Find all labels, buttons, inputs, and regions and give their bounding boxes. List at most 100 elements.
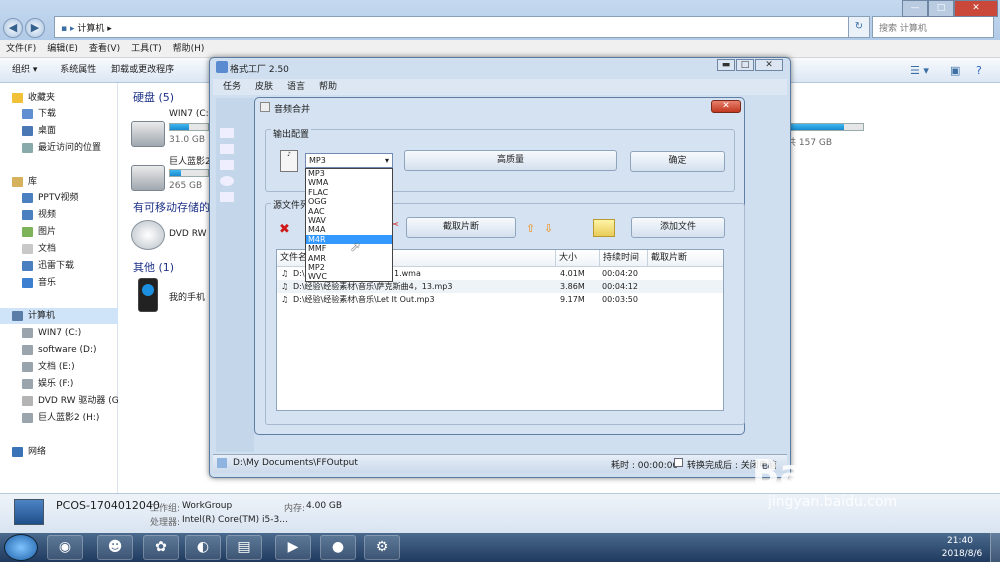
download-icon xyxy=(22,108,33,119)
watermark-brand: Bai xyxy=(752,453,817,494)
table-row[interactable]: ♫ D:\经验\经验素材\音乐\Let It Out.mp3 9.17M 00:… xyxy=(277,293,723,306)
group-removable[interactable]: 有可移动存储的 xyxy=(133,199,210,215)
back-button[interactable]: ◀ xyxy=(3,18,23,38)
add-file-button[interactable]: 添加文件 xyxy=(631,217,725,238)
format-option[interactable]: FLAC xyxy=(306,188,392,197)
col-duration[interactable]: 持续时间 xyxy=(600,250,648,267)
nav-favorites[interactable]: 收藏夹 xyxy=(12,90,130,106)
delete-icon[interactable]: ✖ xyxy=(279,222,290,237)
address-bar[interactable]: ▪ ▸ 计算机 ▸ xyxy=(54,16,849,38)
uninstall-button[interactable]: 卸载或更改程序 xyxy=(111,65,174,75)
menu-view[interactable]: 查看(V) xyxy=(89,44,120,54)
group-disks[interactable]: 硬盘 (5) xyxy=(133,89,174,105)
format-option[interactable]: OGG xyxy=(306,197,392,206)
quality-button[interactable]: 高质量 xyxy=(404,150,617,171)
ok-button[interactable]: 确定 xyxy=(630,151,725,172)
ff-menu-help[interactable]: 帮助 xyxy=(319,82,337,92)
menu-file[interactable]: 文件(F) xyxy=(6,44,36,54)
move-up-icon[interactable]: ⇧ xyxy=(526,222,535,235)
drive-c-name[interactable]: WIN7 (C: xyxy=(169,109,209,119)
output-path[interactable]: D:\My Documents\FFOutput xyxy=(233,458,358,468)
refresh-button[interactable]: ↻ xyxy=(848,16,870,38)
ff-menu-task[interactable]: 任务 xyxy=(223,82,241,92)
organize-button[interactable]: 组织 ▾ xyxy=(12,65,37,75)
format-option[interactable]: WMA xyxy=(306,178,392,187)
clock-date[interactable]: 2018/8/6 xyxy=(937,549,987,559)
folder-add-icon[interactable] xyxy=(593,219,615,237)
forward-button[interactable]: ▶ xyxy=(25,18,45,38)
menu-bar: 文件(F) 编辑(E) 查看(V) 工具(T) 帮助(H) xyxy=(0,40,1000,58)
sidebar-image-icon[interactable] xyxy=(220,160,234,170)
sidebar-audio-icon[interactable] xyxy=(220,144,234,154)
menu-edit[interactable]: 编辑(E) xyxy=(47,44,78,54)
nav-label: 收藏夹 xyxy=(28,93,56,103)
nav-library[interactable]: 库 xyxy=(12,174,130,190)
format-option[interactable]: MP3 xyxy=(306,169,392,178)
search-input[interactable]: 搜索 计算机 xyxy=(872,16,994,38)
ff-maximize-button[interactable]: □ xyxy=(736,59,754,71)
taskbar-app-icon[interactable]: ▶ xyxy=(275,535,311,560)
minimize-button[interactable]: — xyxy=(902,0,928,17)
close-button[interactable]: ✕ xyxy=(954,0,998,17)
sidebar-video-icon[interactable] xyxy=(220,128,234,138)
cpu-value: Intel(R) Core(TM) i5-3... xyxy=(182,515,288,525)
col-clip[interactable]: 截取片断 xyxy=(648,250,725,267)
ff-close-button[interactable]: ✕ xyxy=(755,59,783,71)
menu-help[interactable]: 帮助(H) xyxy=(173,44,205,54)
taskbar-media-icon[interactable]: ✿ xyxy=(143,535,179,560)
dvd-drive-name[interactable]: DVD RW xyxy=(169,229,207,239)
format-option[interactable]: WAV xyxy=(306,216,392,225)
format-option-selected[interactable]: M4R xyxy=(306,234,392,245)
move-down-icon[interactable]: ⇩ xyxy=(544,222,553,235)
format-option[interactable]: MMF xyxy=(306,244,392,253)
after-finish-checkbox[interactable] xyxy=(674,458,683,467)
ff-minimize-button[interactable]: ▬ xyxy=(717,59,735,71)
help-icon[interactable]: ? xyxy=(976,58,982,83)
navigation-pane: 收藏夹 下载 桌面 最近访问的位置 库 PPTV视频 视频 图片 文档 迅雷下载… xyxy=(0,83,119,493)
format-select[interactable]: MP3 ▾ xyxy=(305,153,393,168)
dialog-title: 音频合并 xyxy=(274,105,311,115)
format-option[interactable]: MP2 xyxy=(306,263,392,272)
ff-status-bar: D:\My Documents\FFOutput 耗时 : 00:00:00 转… xyxy=(213,454,787,473)
clock-time[interactable]: 21:40 xyxy=(940,536,980,546)
drive-c-fill xyxy=(170,124,189,130)
nav-network[interactable]: 网络 xyxy=(12,444,130,460)
nav-computer[interactable]: 计算机 xyxy=(0,308,118,324)
nav-label: 文档 xyxy=(38,244,57,254)
drive-h-name[interactable]: 巨人蓝影2 xyxy=(169,154,211,167)
taskbar-firefox-icon[interactable]: ◐ xyxy=(185,535,221,560)
show-desktop-button[interactable] xyxy=(990,533,1000,562)
taskbar-record-icon[interactable]: ● xyxy=(320,535,356,560)
maximize-button[interactable]: □ xyxy=(928,0,954,17)
format-option[interactable]: WVC xyxy=(306,272,392,281)
sidebar-tools-icon[interactable] xyxy=(220,192,234,202)
menu-tools[interactable]: 工具(T) xyxy=(131,44,162,54)
ff-menu-language[interactable]: 语言 xyxy=(287,82,305,92)
system-properties-button[interactable]: 系统属性 xyxy=(60,65,96,75)
workgroup-label: 工作组: xyxy=(150,504,181,514)
dialog-close-button[interactable]: ✕ xyxy=(711,100,741,113)
col-size[interactable]: 大小 xyxy=(556,250,600,267)
ff-menu-skin[interactable]: 皮肤 xyxy=(255,82,273,92)
desktop-icon xyxy=(22,125,33,136)
format-dropdown-list[interactable]: MP3 WMA FLAC OGG AAC WAV M4A M4R MMF AMR… xyxy=(305,168,393,282)
taskbar-qq-icon[interactable]: ☻ xyxy=(97,535,133,560)
nav-label: 迅雷下载 xyxy=(38,261,75,271)
taskbar-360-icon[interactable]: ◉ xyxy=(47,535,83,560)
group-other[interactable]: 其他 (1) xyxy=(133,259,174,275)
format-select-value: MP3 xyxy=(309,156,326,165)
row-duration: 00:04:12 xyxy=(602,282,638,291)
taskbar-formatfactory-icon[interactable]: ⚙ xyxy=(364,535,400,560)
taskbar-explorer-icon[interactable]: ▤ xyxy=(226,535,262,560)
my-phone-name[interactable]: 我的手机 xyxy=(169,290,205,303)
memory-value: 4.00 GB xyxy=(306,501,343,511)
view-options-icon[interactable]: ☰ ▾ xyxy=(910,58,929,83)
preview-pane-icon[interactable]: ▣ xyxy=(950,58,960,83)
start-button[interactable] xyxy=(4,534,38,561)
format-option[interactable]: M4A xyxy=(306,225,392,234)
format-option[interactable]: AMR xyxy=(306,254,392,263)
sidebar-rom-icon[interactable] xyxy=(220,176,234,186)
ff-menu-bar: 任务 皮肤 语言 帮助 xyxy=(213,79,787,95)
clip-button[interactable]: 截取片断 xyxy=(406,217,516,238)
format-option[interactable]: AAC xyxy=(306,207,392,216)
